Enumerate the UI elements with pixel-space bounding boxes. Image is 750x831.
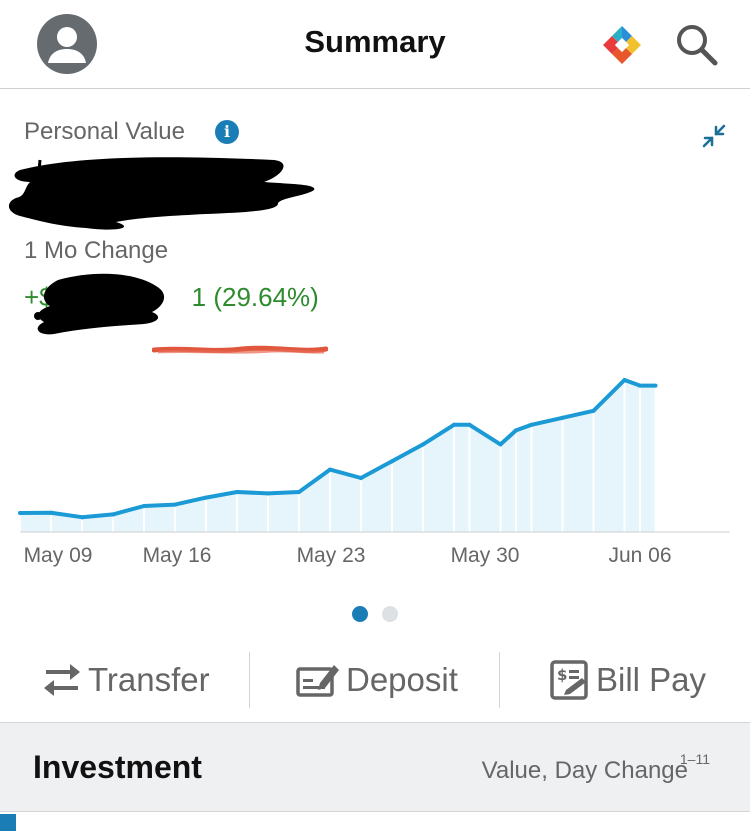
chart-x-tick-label: May 16 (143, 544, 212, 567)
svg-text:$: $ (557, 666, 567, 684)
info-icon[interactable]: i (215, 120, 239, 144)
chart-point (235, 490, 239, 494)
chart-point (452, 422, 456, 427)
chart-x-tick-label: May 30 (451, 544, 520, 567)
chart-point (173, 502, 177, 507)
chart-point (18, 511, 22, 515)
personal-value-amount-redacted (6, 152, 318, 232)
chart-point (514, 428, 518, 433)
top-bar: Summary (0, 0, 750, 89)
investment-title: Investment (33, 749, 202, 785)
chart-x-tick-label: May 09 (24, 544, 93, 567)
change-period-label: 1 Mo Change (24, 237, 169, 264)
chart-point (297, 490, 301, 494)
quick-actions: Transfer Deposit $ Bill Pay (0, 648, 750, 712)
bill-pay-button[interactable]: $ Bill Pay (550, 648, 706, 712)
search-icon[interactable] (674, 22, 720, 68)
bill-pay-label: Bill Pay (596, 661, 707, 698)
change-amount-redacted (24, 266, 170, 338)
chart-point (638, 383, 642, 388)
collapse-icon[interactable] (700, 122, 728, 150)
investment-section-header[interactable]: Investment Value, Day Change 1–11 (0, 722, 750, 812)
chart-x-tick-label: Jun 06 (608, 544, 671, 567)
chart-point (142, 504, 146, 508)
deposit-label: Deposit (346, 661, 458, 698)
chart-point (591, 408, 596, 413)
chart-point (266, 491, 270, 496)
chart-point (111, 512, 115, 517)
chart-point (80, 515, 84, 520)
red-scribble-mark (151, 342, 329, 358)
personal-value-label: Personal Value (24, 118, 185, 145)
chart-point (204, 495, 208, 500)
value-chart[interactable]: May 09 May 16 May 23 May 30 Jun 06 (0, 360, 750, 590)
bill-pay-icon: $ (550, 660, 588, 700)
chart-point (390, 459, 394, 464)
transfer-button[interactable]: Transfer (42, 648, 210, 712)
action-divider (249, 652, 250, 708)
page-dot-inactive[interactable] (382, 606, 398, 622)
brand-diamond-icon[interactable] (601, 24, 643, 66)
chart-point (529, 422, 534, 427)
investment-footnote: 1–11 (679, 751, 710, 767)
page-dot-active[interactable] (352, 606, 368, 622)
chart-point (498, 442, 503, 447)
deposit-button[interactable]: Deposit (296, 648, 458, 712)
transfer-label: Transfer (88, 661, 210, 698)
page-indicator (0, 606, 750, 626)
action-divider (499, 652, 500, 708)
list-accent-marker (0, 814, 16, 831)
chart-point (328, 467, 332, 472)
investment-columns-label: Value, Day Change (481, 757, 688, 784)
chart-x-tick-label: May 23 (297, 544, 366, 567)
chart-point (622, 378, 627, 382)
chart-point (467, 422, 472, 427)
change-tail: 1 (29.64%) (191, 282, 319, 312)
chart-point (653, 383, 658, 388)
check-deposit-icon (296, 665, 339, 697)
chart-point (49, 510, 53, 515)
chart-point (560, 415, 565, 420)
chart-point (421, 442, 425, 447)
chart-area-fill (20, 380, 656, 532)
chart-point (359, 476, 363, 480)
transfer-arrows-icon (44, 664, 80, 696)
value-chart-svg: May 09 May 16 May 23 May 30 Jun 06 (18, 378, 730, 567)
